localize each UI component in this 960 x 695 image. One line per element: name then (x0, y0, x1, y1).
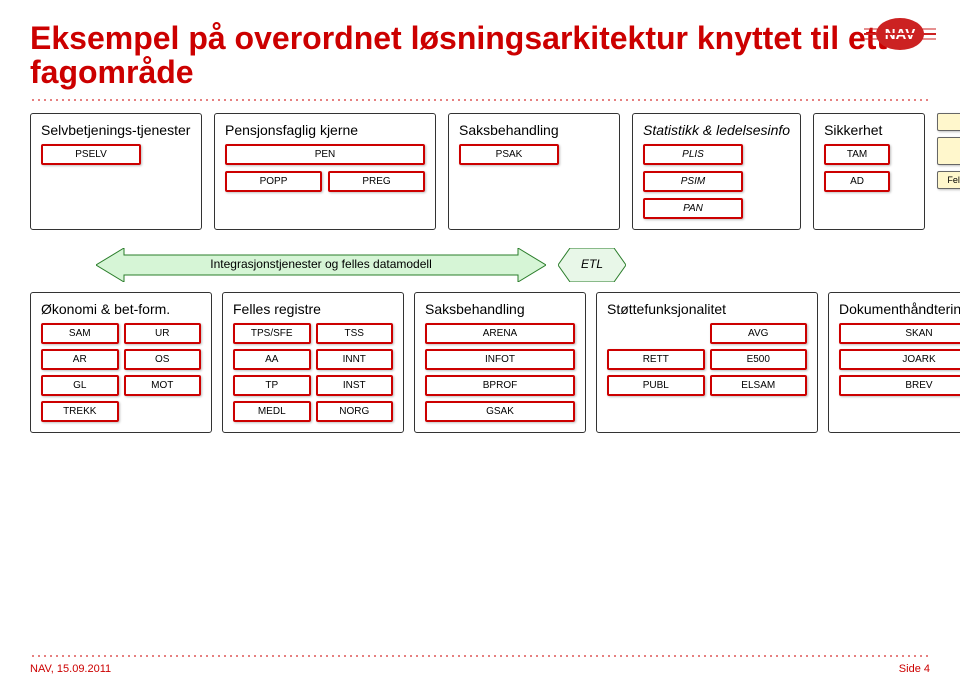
comp-mot: MOT (124, 375, 202, 396)
etl-label: ETL (558, 257, 626, 271)
top-row: Selvbetjenings-tjenester PSELV Pensjonsf… (30, 113, 930, 230)
comp-ar: AR (41, 349, 119, 370)
comp-e500: E500 (710, 349, 808, 370)
footer: NAV, 15.09.2011 Side 4 (30, 663, 930, 675)
card-title: Saksbehandling (459, 122, 609, 138)
comp-popp: POPP (225, 171, 322, 192)
comp-ur: UR (124, 323, 202, 344)
card-fellesregistre: Felles registre TPS/SFE TSS AA INNT TP I… (222, 292, 404, 433)
comp-sam: SAM (41, 323, 119, 344)
card-title: Sikkerhet (824, 122, 914, 138)
card-sikkerhet: Sikkerhet TAM AD (813, 113, 925, 230)
integration-row: Integrasjonstjenester og felles datamode… (96, 248, 930, 282)
comp-psak: PSAK (459, 144, 559, 165)
bottom-row: Økonomi & bet-form. SAM UR AR OS GL MOT … (30, 292, 930, 433)
comp-plis: PLIS (643, 144, 743, 165)
comp-medl: MEDL (233, 401, 311, 422)
card-title: Statistikk & ledelsesinfo (643, 122, 790, 138)
comp-pen: PEN (225, 144, 425, 165)
comp-os: OS (124, 349, 202, 370)
card-selvbetjening: Selvbetjenings-tjenester PSELV (30, 113, 202, 230)
legend-felleskomponenter: Felles NAV-komponenter (937, 171, 960, 189)
comp-preg: PREG (328, 171, 425, 192)
integration-label: Integrasjonstjenester og felles datamode… (96, 257, 546, 271)
comp-tp: TP (233, 375, 311, 396)
card-statistikk: Statistikk & ledelsesinfo PLIS PSIM PAN (632, 113, 801, 230)
comp-inst: INST (316, 375, 394, 396)
integration-arrow: Integrasjonstjenester og felles datamode… (96, 248, 546, 282)
divider (30, 655, 930, 657)
card-title: Støttefunksjonalitet (607, 301, 807, 317)
page-title: Eksempel på overordnet løsningsarkitektu… (30, 22, 930, 89)
card-saksbehandling-bottom: Saksbehandling ARENA INFOT BPROF GSAK (414, 292, 586, 433)
comp-skan: SKAN (839, 323, 960, 344)
legend-column: Brukerflater Pensjonsfaglige komponenter… (937, 113, 960, 230)
comp-tpssfe: TPS/SFE (233, 323, 311, 344)
card-title: Pensjonsfaglig kjerne (225, 122, 425, 138)
card-title: Saksbehandling (425, 301, 575, 317)
comp-trekk: TREKK (41, 401, 119, 422)
comp-avg: AVG (710, 323, 808, 344)
comp-gl: GL (41, 375, 119, 396)
comp-rett: RETT (607, 349, 705, 370)
comp-joark: JOARK (839, 349, 960, 370)
comp-psim: PSIM (643, 171, 743, 192)
comp-arena: ARENA (425, 323, 575, 344)
card-okonomi: Økonomi & bet-form. SAM UR AR OS GL MOT … (30, 292, 212, 433)
comp-publ: PUBL (607, 375, 705, 396)
comp-tam: TAM (824, 144, 890, 165)
comp-bprof: BPROF (425, 375, 575, 396)
footer-date: NAV, 15.09.2011 (30, 663, 111, 675)
card-dokumenthandtering: Dokumenthåndtering SKAN JOARK BREV (828, 292, 960, 433)
card-title: Selvbetjenings-tjenester (41, 122, 191, 138)
card-stottefunksjonalitet: Støttefunksjonalitet AVG RETT E500 PUBL … (596, 292, 818, 433)
footer-page: Side 4 (899, 663, 930, 675)
comp-elsam: ELSAM (710, 375, 808, 396)
card-title: Felles registre (233, 301, 393, 317)
card-title: Økonomi & bet-form. (41, 301, 201, 317)
comp-brev: BREV (839, 375, 960, 396)
comp-tss: TSS (316, 323, 394, 344)
comp-infot: INFOT (425, 349, 575, 370)
legend-pensjonskomponenter: Pensjonsfaglige komponenter (937, 137, 960, 165)
card-title: Dokumenthåndtering (839, 301, 960, 317)
comp-pselv: PSELV (41, 144, 141, 165)
legend-brukerflater: Brukerflater (937, 113, 960, 131)
comp-aa: AA (233, 349, 311, 370)
card-kjerne: Pensjonsfaglig kjerne PEN POPP PREG (214, 113, 436, 230)
card-saksbehandling-top: Saksbehandling PSAK (448, 113, 620, 230)
comp-innt: INNT (316, 349, 394, 370)
divider (30, 99, 930, 101)
comp-ad: AD (824, 171, 890, 192)
comp-gsak: GSAK (425, 401, 575, 422)
etl-shape: ETL (558, 248, 626, 282)
comp-norg: NORG (316, 401, 394, 422)
comp-pan: PAN (643, 198, 743, 219)
nav-logo: NAV (864, 14, 936, 54)
